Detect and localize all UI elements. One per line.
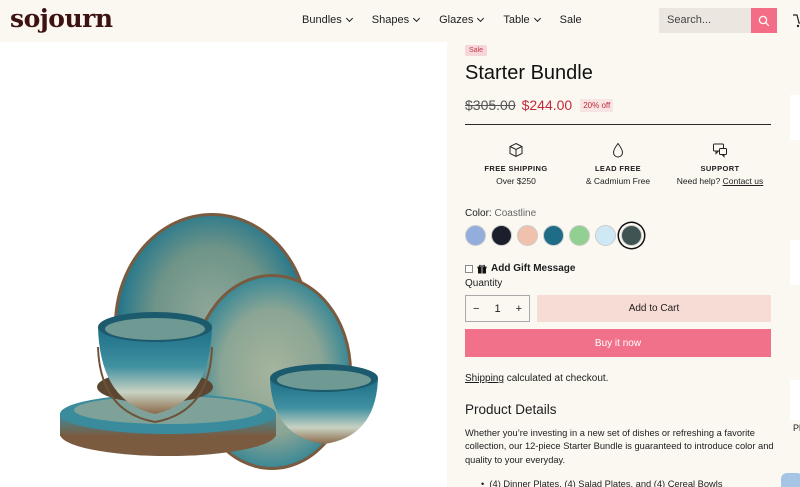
color-swatch[interactable] xyxy=(543,225,564,246)
cart-icon[interactable] xyxy=(791,12,800,28)
nav-label: Bundles xyxy=(302,14,342,26)
nav-glazes[interactable]: Glazes xyxy=(439,14,485,26)
feature-lead-free: LEAD FREE & Cadmium Free xyxy=(567,142,669,186)
adjacent-product-image[interactable] xyxy=(790,380,800,420)
feature-sub: & Cadmium Free xyxy=(585,176,651,186)
nav-label: Table xyxy=(503,14,530,26)
nav-label: Shapes xyxy=(371,14,410,26)
feature-title: FREE SHIPPING xyxy=(484,164,548,173)
chevron-down-icon xyxy=(533,14,541,23)
dinnerware-photo xyxy=(60,213,378,470)
feature-free-shipping: FREE SHIPPING Over $250 xyxy=(465,142,567,186)
box-icon xyxy=(509,142,523,158)
nav-table[interactable]: Table xyxy=(503,14,541,26)
chevron-down-icon xyxy=(345,14,353,23)
price-row: $305.00 $244.00 20% off xyxy=(465,97,614,113)
nav-bundles[interactable]: Bundles xyxy=(302,14,353,26)
quantity-label: Quantity xyxy=(465,278,503,289)
feature-list: FREE SHIPPING Over $250 LEAD FREE & Cadm… xyxy=(465,142,771,186)
chevron-down-icon xyxy=(413,14,421,23)
search-input[interactable]: Search... xyxy=(659,8,751,33)
nav-shapes[interactable]: Shapes xyxy=(371,14,421,26)
plus-icon[interactable]: + xyxy=(516,303,522,315)
quantity-value[interactable]: 1 xyxy=(494,303,500,315)
feature-sub: Need help? Contact us xyxy=(669,176,771,186)
color-label-text: Color: xyxy=(465,208,492,219)
logo[interactable]: sojourn xyxy=(10,4,113,33)
main-nav: Bundles Shapes Glazes Table Sale xyxy=(302,14,602,26)
contact-link[interactable]: Contact us xyxy=(723,176,764,186)
details-heading: Product Details xyxy=(465,402,557,417)
adjacent-product-image[interactable] xyxy=(790,240,800,285)
search-icon xyxy=(758,15,770,26)
original-price: $305.00 xyxy=(465,97,516,113)
details-bullet-text: (4) Dinner Plates, (4) Salad Plates, and… xyxy=(489,479,723,487)
chat-icon[interactable] xyxy=(781,473,800,487)
feature-sub-text: Need help? xyxy=(676,176,721,186)
color-value: Coastline xyxy=(494,208,537,219)
product-image xyxy=(0,42,447,487)
feature-title: SUPPORT xyxy=(700,164,740,173)
adjacent-product-image[interactable] xyxy=(790,95,800,140)
color-swatch[interactable] xyxy=(465,225,486,246)
feature-support: SUPPORT Need help? Contact us xyxy=(669,142,771,186)
color-label: Color: Coastline xyxy=(465,208,536,219)
color-swatch[interactable] xyxy=(491,225,512,246)
buy-now-button[interactable]: Buy it now xyxy=(465,329,771,357)
color-swatch[interactable] xyxy=(595,225,616,246)
color-swatch[interactable] xyxy=(621,225,642,246)
quantity-stepper: − 1 + xyxy=(465,295,530,322)
sale-badge: Sale xyxy=(465,45,488,56)
color-swatches xyxy=(465,225,642,246)
sale-price: $244.00 xyxy=(521,97,573,113)
drop-icon xyxy=(612,142,624,158)
site-header: sojourn Bundles Shapes Glazes Table Sale… xyxy=(0,0,800,42)
details-description: Whether you’re investing in a new set of… xyxy=(465,428,774,465)
support-icon xyxy=(713,143,727,158)
gift-label: Add Gift Message xyxy=(491,263,576,274)
shipping-link[interactable]: Shipping xyxy=(465,373,504,384)
nav-label: Glazes xyxy=(439,14,474,26)
discount-badge: 20% off xyxy=(580,98,614,112)
color-swatch[interactable] xyxy=(517,225,538,246)
nav-label: Sale xyxy=(559,14,582,26)
gift-checkbox[interactable] xyxy=(465,264,473,273)
chevron-down-icon xyxy=(477,14,485,23)
minus-icon[interactable]: − xyxy=(473,303,479,315)
details-bullet: • (4) Dinner Plates, (4) Salad Plates, a… xyxy=(481,479,723,487)
feature-title: LEAD FREE xyxy=(594,164,642,173)
shipping-text: calculated at checkout. xyxy=(506,373,609,384)
add-to-cart-button[interactable]: Add to Cart xyxy=(537,295,771,322)
divider xyxy=(465,124,771,125)
adjacent-product-label: Pl xyxy=(793,423,800,433)
product-title: Starter Bundle xyxy=(465,62,593,84)
gift-message-row[interactable]: Add Gift Message xyxy=(465,263,575,274)
color-swatch[interactable] xyxy=(569,225,590,246)
gift-icon xyxy=(477,264,487,273)
feature-sub: Over $250 xyxy=(496,176,536,186)
shipping-note: Shipping calculated at checkout. xyxy=(465,373,608,384)
nav-sale[interactable]: Sale xyxy=(560,14,582,26)
search-button[interactable] xyxy=(751,8,777,33)
